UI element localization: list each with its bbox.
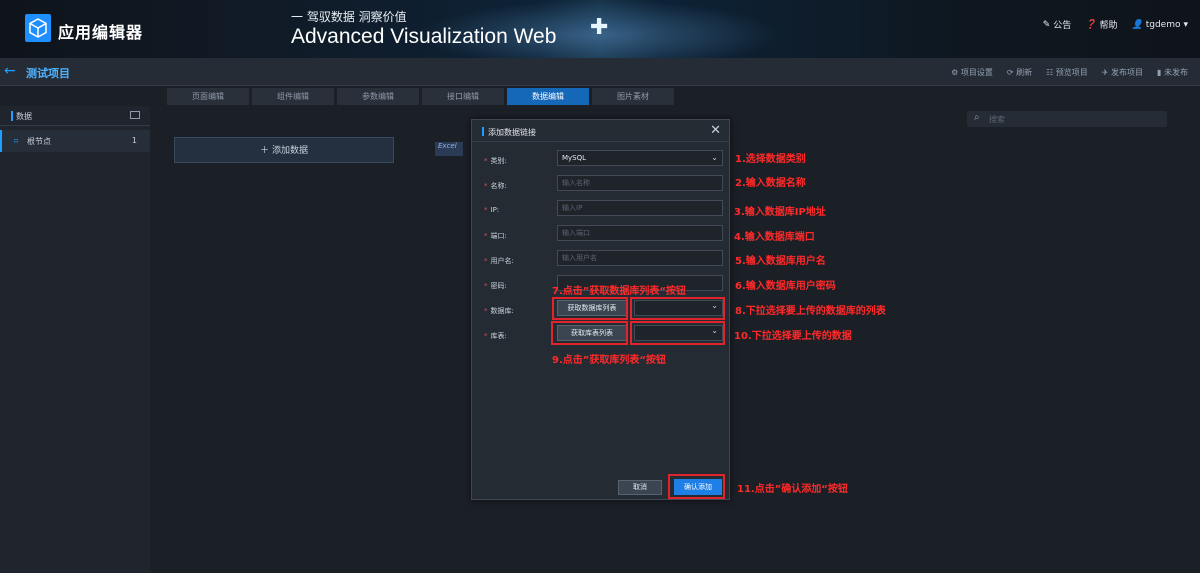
close-icon[interactable]: ✕	[710, 123, 721, 138]
port-input[interactable]: 输入端口	[557, 225, 723, 241]
sidebar-accent-bar	[11, 111, 13, 121]
annotation-6: 6.输入数据库用户密码	[735, 281, 836, 292]
excel-tag: Excel	[435, 142, 463, 156]
tab-data-edit[interactable]: 数据编辑	[507, 88, 589, 105]
dialog-header: 添加数据链接 ✕	[472, 120, 729, 142]
highlight-confirm-button	[668, 474, 725, 499]
project-settings-button[interactable]: ⚙ 项目设置	[951, 67, 993, 78]
search-box[interactable]: ⌕ 搜索	[967, 111, 1167, 127]
sidebar-title: 数据	[16, 112, 32, 121]
header-links: ✎ 公告 ❓ 帮助 👤 tgdemo ▾	[1042, 18, 1188, 32]
user-menu[interactable]: 👤 tgdemo ▾	[1131, 18, 1188, 31]
type-select-value: MySQL	[562, 154, 587, 162]
tab-image-assets[interactable]: 图片素材	[592, 88, 674, 105]
sparkle-icon: ✚	[590, 15, 609, 40]
name-label: * 名称:	[484, 182, 507, 190]
node-icon: ⠶	[13, 136, 19, 145]
tab-page-edit[interactable]: 页面编辑	[167, 88, 249, 105]
add-data-button[interactable]: ＋ 添加数据	[174, 137, 394, 163]
help-link[interactable]: ❓ 帮助	[1085, 18, 1117, 32]
help-icon: ❓	[1085, 19, 1097, 30]
highlight-get-table-button	[551, 321, 628, 345]
port-label: * 端口:	[484, 232, 507, 240]
search-placeholder: 搜索	[989, 115, 1005, 124]
unpublished-status: ▮ 未发布	[1157, 68, 1188, 77]
back-arrow-icon[interactable]: ←	[4, 63, 16, 79]
announcement-link[interactable]: ✎ 公告	[1042, 18, 1072, 32]
new-folder-icon[interactable]	[130, 111, 140, 119]
dialog-title: 添加数据链接	[488, 128, 536, 137]
tab-bar: 页面编辑 组件编辑 参数编辑 接口编辑 数据编辑 图片素材	[0, 86, 1200, 106]
highlight-get-db-button	[552, 297, 628, 320]
sidebar-item-root-node[interactable]: ⠶ 根节点 1	[0, 130, 150, 152]
dialog-accent-bar	[482, 127, 484, 136]
project-bar: ← 测试项目 ⚙ 项目设置 ⟳ 刷新 ☷ 预览项目 ✈ 发布项目 ▮ 未发布	[0, 58, 1200, 86]
username-input[interactable]: 输入用户名	[557, 250, 723, 266]
search-icon: ⌕	[974, 112, 980, 123]
type-label: * 类别:	[484, 157, 507, 165]
add-data-label: 添加数据	[271, 146, 308, 156]
refresh-button[interactable]: ⟳ 刷新	[1007, 67, 1032, 78]
type-select[interactable]: MySQL ⌄	[557, 150, 723, 166]
announcement-icon: ✎	[1042, 19, 1051, 30]
highlight-db-select	[630, 297, 725, 320]
project-actions: ⚙ 项目设置 ⟳ 刷新 ☷ 预览项目 ✈ 发布项目 ▮ 未发布	[951, 67, 1188, 78]
annotation-2: 2.输入数据名称	[735, 178, 806, 189]
annotation-8: 8.下拉选择要上传的数据库的列表	[735, 306, 886, 317]
sidebar-item-count: 1	[131, 136, 137, 145]
ip-input[interactable]: 输入IP	[557, 200, 723, 216]
username-label: * 用户名:	[484, 257, 514, 265]
user-icon: 👤	[1131, 19, 1143, 30]
annotation-3: 3.输入数据库IP地址	[734, 207, 826, 218]
app-name: 应用编辑器	[58, 23, 144, 42]
chevron-down-icon: ⌄	[711, 153, 718, 162]
ip-label: * IP:	[484, 206, 500, 214]
annotation-10: 10.下拉选择要上传的数据	[734, 331, 852, 342]
sidebar-header: 数据	[0, 106, 150, 126]
tab-component-edit[interactable]: 组件编辑	[252, 88, 334, 105]
cancel-button[interactable]: 取消	[618, 480, 662, 495]
app-header: 应用编辑器 一 驾驭数据 洞察价值 Advanced Visualization…	[0, 0, 1200, 58]
name-input[interactable]: 输入名称	[557, 175, 723, 191]
caret-down-icon: ▾	[1183, 19, 1188, 30]
slogan-en: Advanced Visualization Web	[291, 25, 557, 48]
password-label: * 密码:	[484, 282, 507, 290]
annotation-4: 4.输入数据库端口	[734, 232, 815, 243]
preview-project-button[interactable]: ☷ 预览项目	[1046, 67, 1088, 78]
slogan-cn: 一 驾驭数据 洞察价值	[291, 10, 407, 24]
annotation-5: 5.输入数据库用户名	[735, 256, 826, 267]
publish-project-button[interactable]: ✈ 发布项目	[1102, 67, 1143, 78]
tab-param-edit[interactable]: 参数编辑	[337, 88, 419, 105]
plus-icon: ＋	[260, 146, 270, 156]
table-label: * 库表:	[484, 332, 507, 340]
data-sidebar: 数据 ⠶ 根节点 1	[0, 106, 150, 573]
annotation-9: 9.点击”获取库列表“按钮	[552, 355, 666, 366]
annotation-11: 11.点击”确认添加“按钮	[737, 484, 848, 495]
annotation-1: 1.选择数据类别	[735, 154, 806, 165]
project-title: 测试项目	[26, 67, 70, 80]
annotation-7: 7.点击”获取数据库列表“按钮	[552, 286, 686, 297]
app-logo-icon	[25, 14, 51, 42]
tab-api-edit[interactable]: 接口编辑	[422, 88, 504, 105]
database-label: * 数据库:	[484, 307, 514, 315]
highlight-table-select	[630, 321, 725, 345]
sidebar-item-label: 根节点	[27, 137, 51, 146]
